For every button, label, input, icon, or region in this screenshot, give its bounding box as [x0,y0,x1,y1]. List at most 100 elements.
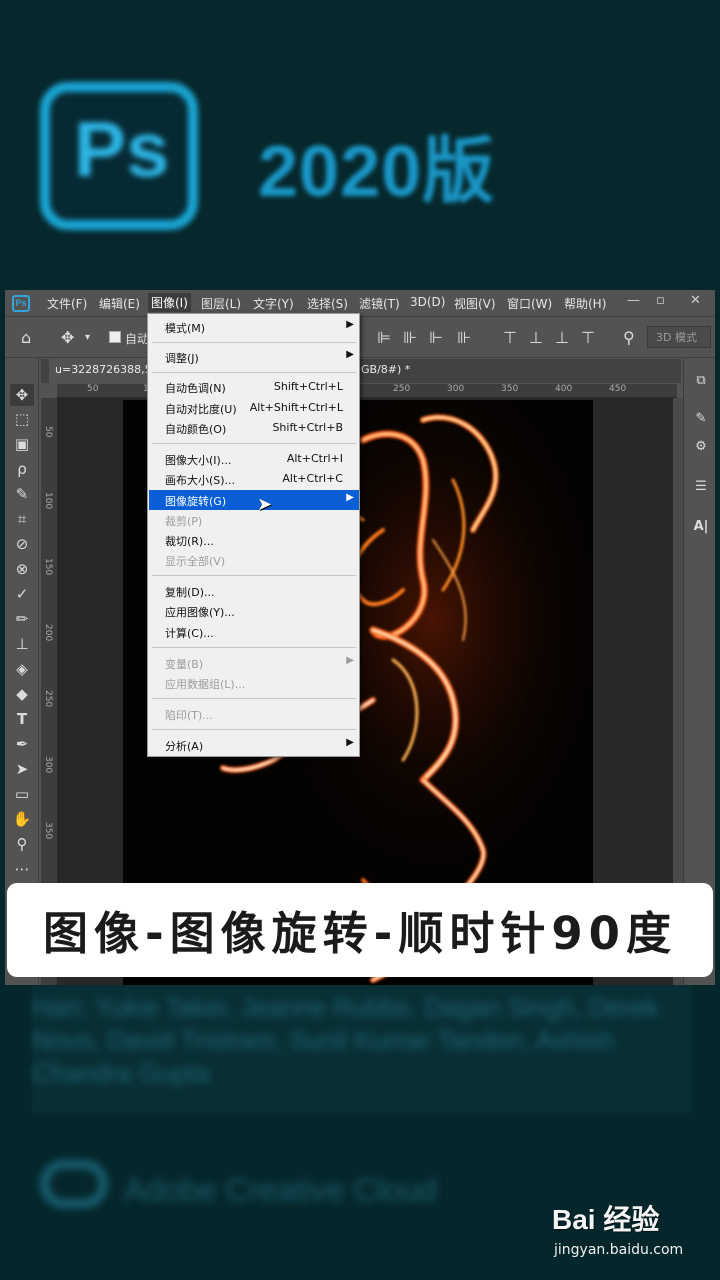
chevron-down-icon[interactable]: ▾ [85,332,90,343]
menu-item-calculations[interactable]: 计算(C)... [149,622,359,642]
quick-select-tool-icon[interactable]: ✎ [10,483,34,505]
crop-tool-icon[interactable]: ⌗ [10,508,34,530]
menu-view[interactable]: 视图(V) [454,295,496,312]
document-tab-bar: u=3228726388,5 GB/8#) * [41,359,681,383]
watermark-url: jingyan.baidu.com [554,1242,684,1258]
menu-item-auto-color[interactable]: 自动颜色(O) Shift+Ctrl+B [149,418,359,438]
menu-separator [152,647,356,648]
shape-tool-icon[interactable]: ▭ [10,783,34,805]
menu-item-mode[interactable]: 模式(M) ▶ [149,317,359,337]
align-top-icon[interactable]: ⊤ [503,328,517,347]
ruler-tick: 300 [447,384,465,394]
home-icon[interactable]: ⌂ [21,328,31,347]
menu-item-image-size[interactable]: 图像大小(I)... Alt+Ctrl+I [149,449,359,469]
character-panel-icon[interactable]: A| [690,516,712,538]
menu-item-apply-data-set: 应用数据组(L)... [165,678,246,691]
ps-logo-text: Ps [74,105,170,193]
frame-tool-icon[interactable]: ⊘ [10,533,34,555]
menu-window[interactable]: 窗口(W) [507,295,552,312]
clone-stamp-icon[interactable]: ⊥ [10,633,34,655]
align-left-icon[interactable]: ⊫ [377,328,391,347]
document-tab[interactable]: u=3228726388,5 [49,359,158,383]
hand-tool-icon[interactable]: ✋ [10,808,34,830]
tutorial-caption: 图像-图像旋转-顺时针90度 [7,883,713,977]
move-tool-icon[interactable]: ✥ [61,328,74,347]
menu-item-auto-tone[interactable]: 自动色调(N) Shift+Ctrl+L [149,377,359,397]
document-tab-mode: GB/8#) * [361,363,411,376]
type-tool-icon[interactable]: T [10,708,34,730]
move-tool-icon[interactable]: ✥ [10,384,34,406]
ruler-tick: 150 [43,558,53,576]
ruler-tick: 300 [43,756,53,774]
menu-item-image-rotation[interactable]: 图像旋转(G) ▶ [149,490,359,510]
paragraph-panel-icon[interactable]: ☰ [690,476,712,498]
menu-layer[interactable]: 图层(L) [201,295,241,312]
options-bar: ⌂ ✥ ▾ 自动 ⊫ ⊪ ⊩ ⊪ ⊤ ⊥ ⊥ ⊤ ⚲ 3D 模式 [5,318,715,358]
artboard-tool-icon[interactable]: ▣ [10,433,34,455]
ruler-tick: 400 [555,384,573,394]
photoshop-window: Ps 文件(F) 编辑(E) 图像(I) 图层(L) 文字(Y) 选择(S) 滤… [5,290,715,985]
auto-select-checkbox[interactable] [109,331,121,343]
menu-item-adjust[interactable]: 调整(J) ▶ [149,347,359,367]
menu-select[interactable]: 选择(S) [307,295,348,312]
align-middle-icon[interactable]: ⊥ [529,328,543,347]
paint-bucket-icon[interactable]: ◆ [10,683,34,705]
version-title: 2020版 [258,132,496,212]
minimize-button[interactable]: — [627,293,640,308]
3d-mode-label: 3D 模式 [656,331,697,344]
menu-item-apply-image[interactable]: 应用图像(Y)... [149,601,359,621]
brush-panel-icon[interactable]: ✎ [690,408,712,430]
search-icon[interactable]: ⚲ [623,328,635,347]
healing-brush-icon[interactable]: ✓ [10,583,34,605]
menu-edit[interactable]: 编辑(E) [99,295,140,312]
baidu-jingyan-watermark: Bai 经验 jingyan.baidu.com [552,1198,702,1268]
credits-panel: Harr, Yukie Takei, Jeanne Rubbo, Dagan S… [32,985,692,1113]
distribute-icon[interactable]: ⊪ [457,328,471,347]
marquee-tool-icon[interactable]: ⬚ [10,408,34,430]
menu-item-duplicate[interactable]: 复制(D)... [149,581,359,601]
menu-separator [152,342,356,343]
distribute-vertical-icon[interactable]: ⊤ [581,328,595,347]
align-center-icon[interactable]: ⊪ [403,328,417,347]
lasso-tool-icon[interactable]: ρ [10,458,34,480]
eraser-tool-icon[interactable]: ◈ [10,658,34,680]
align-bottom-icon[interactable]: ⊥ [555,328,569,347]
menu-separator [152,443,356,444]
chevron-right-icon: ▶ [346,319,354,330]
menu-help[interactable]: 帮助(H) [564,295,606,312]
menu-separator [152,372,356,373]
history-panel-icon[interactable]: ⧉ [690,370,712,392]
pen-tool-icon[interactable]: ✒ [10,733,34,755]
adjustments-panel-icon[interactable]: ⚙ [690,436,712,458]
menu-filter[interactable]: 滤镜(T) [359,295,400,312]
zoom-tool-icon[interactable]: ⚲ [10,833,34,855]
menu-item-trim[interactable]: 裁切(R)... [149,530,359,550]
ruler-tick: 250 [43,690,53,708]
align-right-icon[interactable]: ⊩ [429,328,443,347]
ruler-tick: 200 [43,624,53,642]
mouse-cursor-icon: ➤ [257,494,273,515]
3d-mode-field[interactable]: 3D 模式 [647,326,711,348]
menu-separator [152,575,356,576]
brush-tool-icon[interactable]: ✏ [10,608,34,630]
photoshop-logo-icon: Ps [40,82,198,230]
maximize-button[interactable]: ▫ [656,293,665,308]
ruler-tick: 450 [609,384,627,394]
menu-3d[interactable]: 3D(D) [410,295,445,309]
menu-item-auto-contrast[interactable]: 自动对比度(U) Alt+Shift+Ctrl+L [149,398,359,418]
more-tools-icon[interactable]: ⋯ [10,858,34,880]
close-button[interactable]: ✕ [690,293,701,308]
eyedropper-tool-icon[interactable]: ⊗ [10,558,34,580]
chevron-right-icon: ▶ [346,349,354,360]
chevron-right-icon: ▶ [346,492,354,503]
creative-cloud-icon [40,1160,108,1208]
menu-item-analysis[interactable]: 分析(A) ▶ [149,735,359,755]
menu-item-crop: 裁剪(P) [165,515,203,528]
menu-file[interactable]: 文件(F) [47,295,87,312]
menu-item-reveal-all: 显示全部(V) [165,555,226,568]
path-select-icon[interactable]: ➤ [10,758,34,780]
menu-image[interactable]: 图像(I) [148,293,191,312]
menu-separator [152,729,356,730]
menu-type[interactable]: 文字(Y) [253,295,294,312]
menu-item-canvas-size[interactable]: 画布大小(S)... Alt+Ctrl+C [149,469,359,489]
